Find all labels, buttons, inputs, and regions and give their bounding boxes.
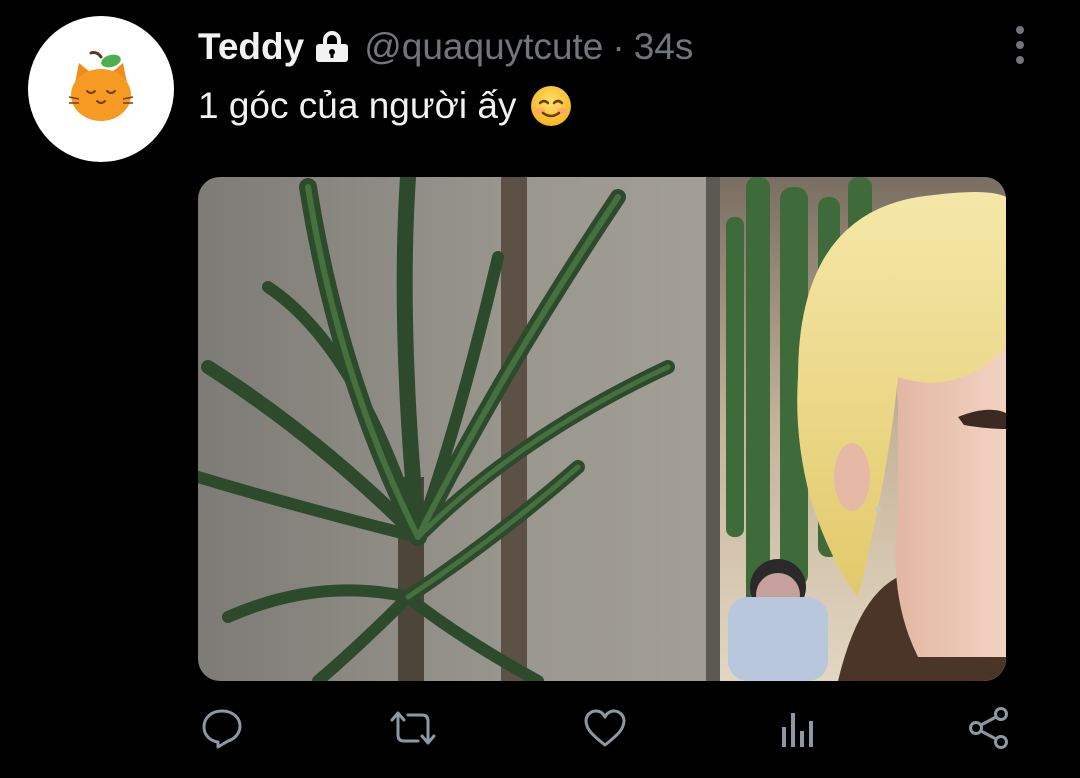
like-icon[interactable] xyxy=(582,705,628,751)
lock-icon xyxy=(314,30,350,64)
more-options-icon[interactable] xyxy=(1008,26,1032,64)
tweet-header: Teddy @quaquytcute · 34s xyxy=(198,24,693,70)
reply-icon[interactable] xyxy=(199,705,245,751)
orange-cat-avatar-icon xyxy=(68,51,134,121)
tweet-text: 1 góc của người ấy xyxy=(198,82,573,130)
tweet-photo[interactable] xyxy=(198,177,1006,681)
photo-plant-person xyxy=(198,177,1006,681)
share-icon[interactable] xyxy=(966,705,1012,751)
display-name[interactable]: Teddy xyxy=(198,24,304,70)
user-handle[interactable]: @quaquytcute xyxy=(364,24,603,70)
separator-dot: · xyxy=(612,26,625,67)
smiling-face-icon xyxy=(529,84,573,128)
tweet-body: 1 góc của người ấy xyxy=(198,85,517,126)
timestamp[interactable]: 34s xyxy=(634,24,694,70)
avatar[interactable] xyxy=(28,16,174,162)
analytics-icon[interactable] xyxy=(774,705,820,751)
retweet-icon[interactable] xyxy=(390,705,436,751)
